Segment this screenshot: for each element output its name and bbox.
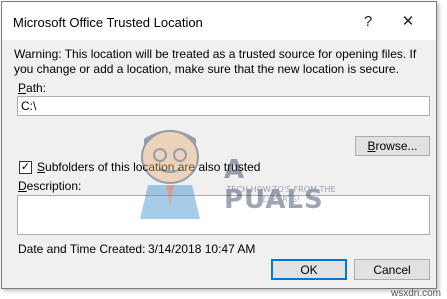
date-created-label: Date and Time Created:: [18, 242, 146, 256]
checkmark-icon: ✓: [20, 161, 31, 173]
subfolders-checkbox[interactable]: ✓: [19, 161, 32, 174]
description-label: Description:: [18, 179, 81, 193]
description-label-text: escription:: [26, 179, 82, 193]
path-label: Path:: [18, 81, 46, 95]
description-accelerator: D: [18, 179, 27, 193]
subfolders-label[interactable]: Subfolders of this location are also tru…: [37, 160, 260, 174]
browse-accelerator: B: [367, 139, 376, 153]
browse-label: rowse...: [375, 139, 418, 153]
credit-watermark: wsxdn.com: [390, 288, 441, 299]
date-created-value: 3/14/2018 10:47 AM: [148, 242, 256, 256]
path-input[interactable]: C:\: [17, 96, 430, 116]
trusted-location-dialog: Microsoft Office Trusted Location ? ✕ Wa…: [1, 1, 437, 289]
help-button[interactable]: ?: [348, 6, 388, 36]
close-button[interactable]: ✕: [388, 6, 428, 36]
path-input-value: C:\: [21, 99, 37, 113]
subfolders-label-text: ubfolders of this location are also trus…: [45, 160, 261, 174]
description-input[interactable]: [17, 195, 430, 235]
subfolders-accelerator: S: [37, 160, 46, 174]
title-bar: Microsoft Office Trusted Location ? ✕: [2, 2, 436, 40]
path-label-text: ath:: [26, 81, 47, 95]
cancel-button[interactable]: Cancel: [354, 259, 430, 280]
dialog-title: Microsoft Office Trusted Location: [13, 15, 203, 30]
path-label-accelerator: P: [18, 81, 27, 95]
browse-button[interactable]: Browse...: [355, 136, 430, 156]
ok-button[interactable]: OK: [271, 259, 347, 280]
warning-text: Warning: This location will be treated a…: [14, 47, 417, 76]
